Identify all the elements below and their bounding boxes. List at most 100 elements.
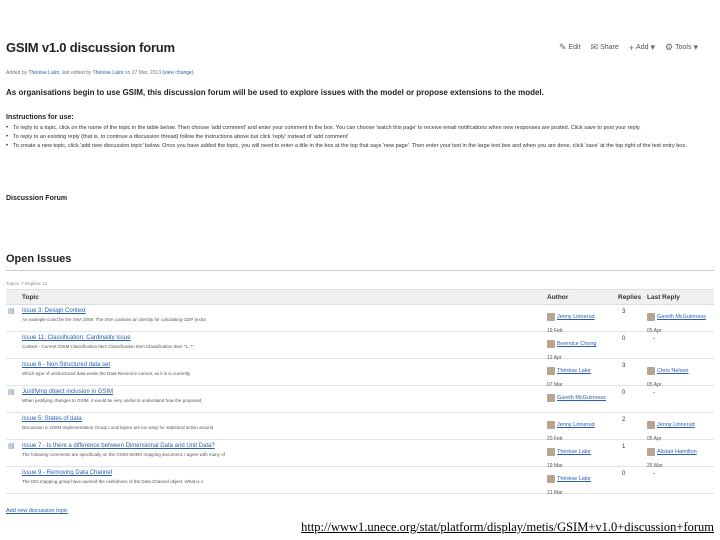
table-row: ▤ Issue 3: Design Context An example cou… (6, 305, 714, 334)
share-button[interactable]: ✉ Share (591, 42, 619, 53)
author-link[interactable]: Jenny Linnerud (557, 314, 595, 320)
no-last-reply: - (653, 336, 655, 342)
table-row: ▤ Issue 7 - Is there a difference betwee… (6, 440, 714, 469)
author-cell: Thérèse Lalor 19 Mar (547, 443, 591, 469)
col-last-reply[interactable]: Last Reply (647, 294, 680, 301)
reply-count: 0 (622, 471, 626, 477)
topic-icon: ▤ (8, 443, 15, 450)
topic-excerpt: Which type of unstructured data exists t… (22, 371, 191, 376)
avatar (547, 447, 555, 456)
instruction-item: To create a new topic, click 'add new di… (6, 142, 714, 151)
avatar (547, 339, 555, 348)
open-issues-heading: Open Issues (6, 253, 72, 265)
view-change-link[interactable]: (view change) (162, 70, 193, 76)
page-actions: ✎ Edit ✉ Share + Add ▾ ⚙ Tools ▾ (559, 42, 698, 53)
reply-count: 3 (622, 309, 626, 315)
author-cell: Berenice Chong 12 Apr (547, 335, 596, 361)
table-row: Issue 9 - Removing Data Channel The DDI … (6, 467, 714, 496)
topic-link[interactable]: Issue 5: States of data (22, 416, 82, 422)
byline-author-link[interactable]: Thérèse Lalor (28, 70, 59, 76)
last-reply-link[interactable]: Gareth McGuinness (657, 314, 706, 320)
author-link[interactable]: Thérèse Lalor (557, 476, 591, 482)
author-cell: Jenny Linnerud 19 Feb (547, 308, 595, 334)
page-title: GSIM v1.0 discussion forum (6, 40, 175, 55)
avatar (547, 474, 555, 483)
last-reply-link[interactable]: Chris Nelson (657, 368, 688, 374)
last-reply-link[interactable]: Alistair Hamilton (657, 449, 697, 455)
topic-link[interactable]: Justifying object inclusion in GSIM (22, 389, 113, 395)
author-cell: Thérèse Lalor 21 Mar (547, 470, 591, 496)
avatar (647, 420, 655, 429)
author-cell: Gareth McGuinness (547, 389, 606, 407)
author-cell: Jenny Linnerud 20 Feb (547, 416, 595, 442)
topic-link[interactable]: Issue 11: Classification: Cardinality Is… (22, 335, 131, 341)
avatar (647, 447, 655, 456)
share-label: Share (600, 44, 619, 51)
byline-prefix: Added by (6, 70, 28, 76)
table-row: Issue 5: States of data Discussion in GS… (6, 413, 714, 442)
chevron-down-icon: ▾ (693, 42, 698, 52)
add-label: Add (636, 44, 649, 51)
byline-editor-link[interactable]: Thérèse Lalor (93, 70, 124, 76)
author-link[interactable]: Thérèse Lalor (557, 368, 591, 374)
instruction-item: To reply to a topic, click on the name o… (6, 124, 714, 133)
instruction-item: To reply to an existing reply (that is, … (6, 133, 714, 142)
gear-icon: ⚙ (665, 42, 674, 52)
table-header: Topic Author Replies Last Reply (6, 289, 714, 305)
no-last-reply: - (653, 471, 655, 477)
byline-middle: , last edited by (59, 70, 92, 76)
last-reply-cell: Chris Nelson 05 Apr (647, 362, 688, 388)
topic-icon: ▤ (8, 308, 15, 315)
table-row: Issue 11: Classification: Cardinality Is… (6, 332, 714, 361)
author-link[interactable]: Thérèse Lalor (557, 449, 591, 455)
chevron-down-icon: ▾ (650, 42, 656, 52)
instructions-heading: Instructions for use: (6, 114, 74, 121)
avatar (547, 312, 555, 321)
tools-button[interactable]: ⚙ Tools ▾ (665, 42, 698, 53)
avatar (647, 366, 655, 375)
topic-icon: ▤ (8, 389, 15, 396)
reply-count: 3 (622, 363, 626, 369)
table-row: Issue 6 - Non Structured data set Which … (6, 359, 714, 388)
topic-excerpt: Discussion in GSIM Implementation Group … (22, 425, 214, 430)
col-replies[interactable]: Replies (618, 294, 641, 301)
avatar (647, 312, 655, 321)
edit-button[interactable]: ✎ Edit (559, 42, 581, 53)
reply-count: 2 (622, 417, 626, 423)
author-link[interactable]: Jenny Linnerud (557, 422, 595, 428)
last-reply-link[interactable]: Jenny Linnerud (657, 422, 695, 428)
topic-link[interactable]: Issue 7 - Is there a difference between … (22, 443, 215, 449)
add-discussion-topic-link[interactable]: Add new discussion topic (6, 508, 68, 514)
tools-label: Tools (675, 44, 692, 51)
author-date: 21 Mar (547, 490, 563, 496)
reply-count: 0 (622, 390, 626, 396)
reply-count: 0 (622, 336, 626, 342)
plus-icon: + (628, 42, 635, 53)
discussion-forum-heading: Discussion Forum (6, 195, 68, 202)
topic-link[interactable]: Issue 6 - Non Structured data set (22, 362, 110, 368)
topic-link[interactable]: Issue 9 - Removing Data Channel (22, 470, 112, 476)
source-url: http://www1.unece.org/stat/platform/disp… (301, 520, 714, 534)
topics-table: Topic Author Replies Last Reply ▤ Issue … (6, 289, 714, 496)
col-topic[interactable]: Topic (22, 294, 39, 301)
author-link[interactable]: Berenice Chong (557, 341, 596, 347)
add-button[interactable]: + Add ▾ (629, 42, 655, 53)
last-reply-cell: Jenny Linnerud 05 Apr (647, 416, 695, 442)
pencil-icon: ✎ (558, 42, 567, 52)
topic-excerpt: The following comments are specifically … (22, 452, 225, 457)
author-cell: Thérèse Lalor 07 Mar (547, 362, 591, 388)
last-reply-cell: Alistair Hamilton 25 Mar (647, 443, 697, 469)
reply-count: 1 (622, 444, 626, 450)
intro-text: As organisations begin to use GSIM, this… (6, 88, 544, 97)
topic-link[interactable]: Issue 3: Design Context (22, 308, 86, 314)
author-link[interactable]: Gareth McGuinness (557, 395, 606, 401)
byline-date: on 27 Mar, 2013 (124, 70, 161, 76)
col-author[interactable]: Author (547, 294, 568, 301)
share-icon: ✉ (590, 42, 599, 52)
page-byline: Added by Thérèse Lalor, last edited by T… (6, 70, 194, 76)
avatar (547, 393, 555, 402)
table-row: ▤ Justifying object inclusion in GSIM Wh… (6, 386, 714, 413)
topic-excerpt: The DDI mapping group have queried the u… (22, 479, 204, 484)
avatar (547, 420, 555, 429)
topic-excerpt: When justifying changes to GSIM, it woul… (22, 398, 202, 403)
